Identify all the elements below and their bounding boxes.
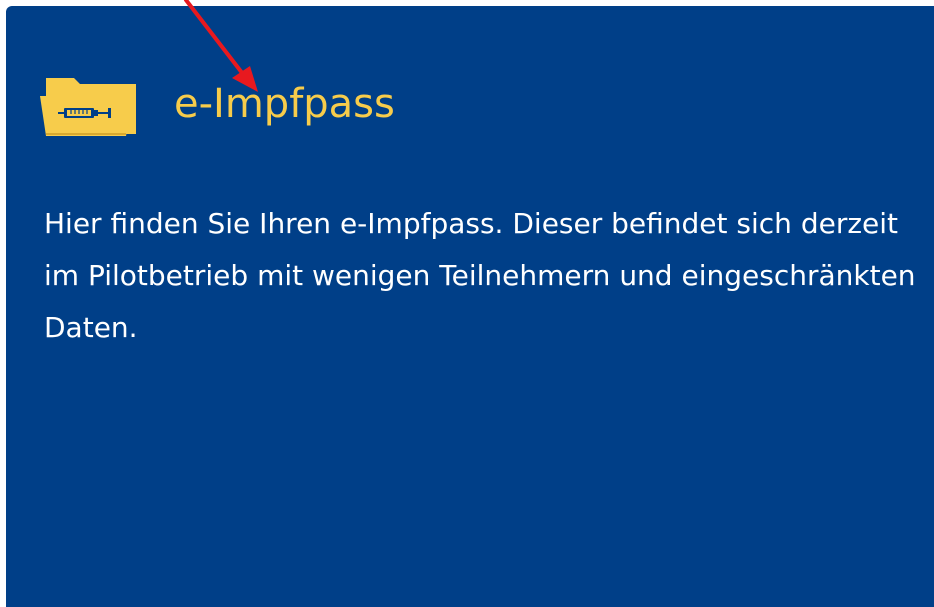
folder-syringe-icon xyxy=(38,66,138,138)
e-impfpass-card[interactable]: e-Impfpass Hier finden Sie Ihren e-Impfp… xyxy=(6,6,934,607)
card-header: e-Impfpass xyxy=(38,62,395,142)
card-description: Hier finden Sie Ihren e-Impfpass. Dieser… xyxy=(44,207,916,344)
page: e-Impfpass Hier finden Sie Ihren e-Impfp… xyxy=(0,0,934,607)
card-title[interactable]: e-Impfpass xyxy=(174,84,395,124)
